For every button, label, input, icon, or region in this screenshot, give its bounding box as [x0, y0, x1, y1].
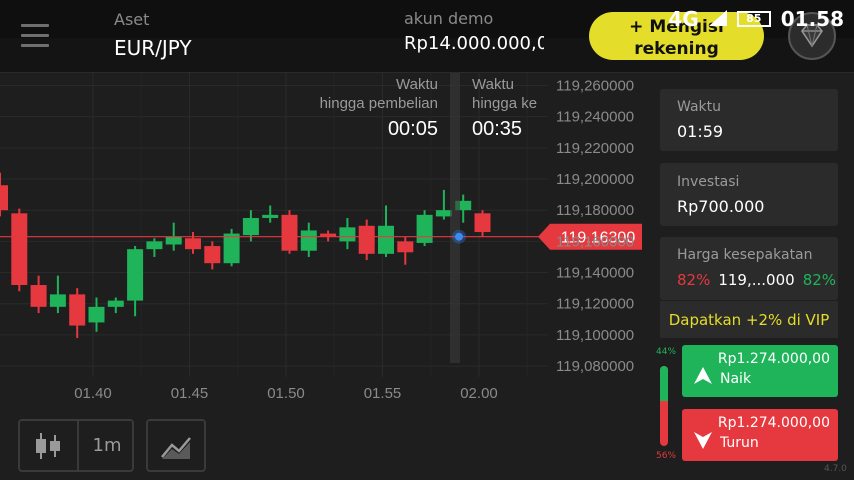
y-tick-label: 119,100000 [556, 327, 634, 344]
x-tick-label: 01.50 [267, 385, 305, 402]
time-value: 01:59 [677, 122, 724, 141]
up-payout-amount: Rp1.274.000,00 [717, 351, 830, 367]
signal-icon [708, 7, 727, 31]
network-indicator: 4G [668, 7, 699, 31]
account-caption: akun demo [404, 9, 494, 28]
chart-settings-group: 1m [18, 419, 134, 472]
strike-caption: Harga kesepakatan [677, 247, 813, 263]
down-label: Turun [720, 435, 759, 451]
down-payout-percent: 82% [677, 271, 711, 289]
candle-body [88, 306, 105, 323]
candle-body [416, 214, 433, 243]
candle-body [281, 214, 298, 251]
up-button[interactable]: Rp1.274.000,00 Naik [682, 345, 838, 397]
candle-body [204, 246, 221, 264]
time-caption: Waktu [677, 99, 721, 115]
candle-body [223, 233, 240, 264]
toolbar-divider [77, 421, 79, 470]
system-status-bar: 4G 85 01.58 [668, 6, 844, 32]
candle-body [49, 294, 66, 307]
candle-body [11, 213, 28, 286]
x-tick-label: 01.55 [364, 385, 402, 402]
purchase-band [450, 73, 460, 363]
purchase-time-caption-2: hingga pembelian [320, 95, 438, 112]
y-tick-label: 119,200000 [556, 171, 634, 188]
app-version: 4.7.0 [824, 464, 847, 474]
interval-selector[interactable]: 1m [82, 435, 132, 456]
x-tick-label: 01.40 [74, 385, 112, 402]
candle-body [397, 241, 414, 253]
menu-icon[interactable] [21, 24, 49, 48]
strike-value: 119,...000 [718, 271, 795, 289]
candle-body [165, 236, 182, 245]
down-button[interactable]: Rp1.274.000,00 Turun [682, 409, 838, 461]
candle-body [69, 294, 86, 326]
candle-body [339, 227, 356, 242]
y-tick-label: 119,180000 [556, 202, 634, 219]
top-bar: Aset EUR/JPY akun demo Rp14.000.000,00 +… [0, 0, 854, 73]
y-tick-label: 119,240000 [556, 109, 634, 126]
sentiment-ratio-bar [660, 366, 668, 446]
investment-caption: Investasi [677, 174, 740, 190]
candle-body [0, 185, 8, 211]
asset-selector[interactable]: EUR/JPY [114, 36, 192, 60]
strike-price-panel[interactable]: Harga kesepakatan 82% 119,...000 82% [660, 237, 838, 300]
candle-body [146, 241, 163, 250]
purchase-time-value: 00:05 [388, 118, 438, 140]
system-clock: 01.58 [780, 7, 844, 31]
investment-value: Rp700.000 [677, 197, 765, 216]
price-chart[interactable]: 119,16300 119,260000 119,240000 119,220000… [0, 73, 648, 410]
candle-body [30, 285, 47, 307]
y-tick-label: 119,260000 [556, 77, 634, 94]
strike-row: 82% 119,...000 82% [677, 271, 836, 289]
candle-body [185, 238, 201, 250]
purchase-time-caption: Waktu [396, 76, 438, 93]
app-screen: Aset EUR/JPY akun demo Rp14.000.000,00 +… [0, 0, 854, 480]
x-tick-label: 02.00 [460, 385, 498, 402]
y-tick-label: 119,120000 [556, 296, 634, 313]
up-payout-percent: 82% [802, 271, 837, 289]
up-label: Naik [720, 371, 752, 387]
arrow-up-icon [694, 367, 712, 384]
candle-body [378, 225, 394, 254]
down-ratio-label: 56% [656, 451, 677, 461]
investment-panel[interactable]: Investasi Rp700.000 [660, 163, 838, 226]
time-panel[interactable]: Waktu 01:59 [660, 89, 838, 151]
up-ratio-label: 44% [656, 347, 677, 357]
asset-caption: Aset [114, 10, 150, 29]
candlestick-icon[interactable] [28, 429, 68, 463]
candle-body [474, 213, 491, 233]
y-tick-label: 119,160000 [556, 233, 634, 250]
expiry-time-caption: Waktu [472, 76, 514, 93]
expiry-time-value: 00:35 [472, 118, 522, 140]
candle-body [358, 225, 375, 254]
account-balance[interactable]: Rp14.000.000,00 [404, 34, 544, 68]
candle-body [107, 300, 124, 307]
indicator-chart-icon[interactable] [146, 419, 206, 472]
sentiment-up-fill [660, 366, 668, 402]
x-tick-label: 01.45 [171, 385, 209, 402]
chart-canvas[interactable]: 119,16300 119,260000119,240000119,220000… [0, 73, 648, 410]
candle-body [262, 214, 279, 218]
arrow-down-icon [694, 432, 712, 449]
down-payout-amount: Rp1.274.000,00 [717, 415, 830, 431]
candle-body [127, 249, 144, 301]
candle-body [435, 210, 452, 217]
battery-indicator: 85 [736, 11, 771, 27]
expiry-time-caption-2: hingga ke [472, 95, 537, 112]
price-pulse-dot [455, 232, 463, 241]
candle-body [300, 230, 317, 251]
y-tick-label: 119,080000 [556, 358, 634, 375]
vip-promo-banner[interactable]: Dapatkan +2% di VIP [660, 300, 838, 338]
candle-body [242, 217, 259, 236]
y-tick-label: 119,140000 [556, 265, 634, 282]
y-tick-label: 119,220000 [556, 140, 634, 157]
